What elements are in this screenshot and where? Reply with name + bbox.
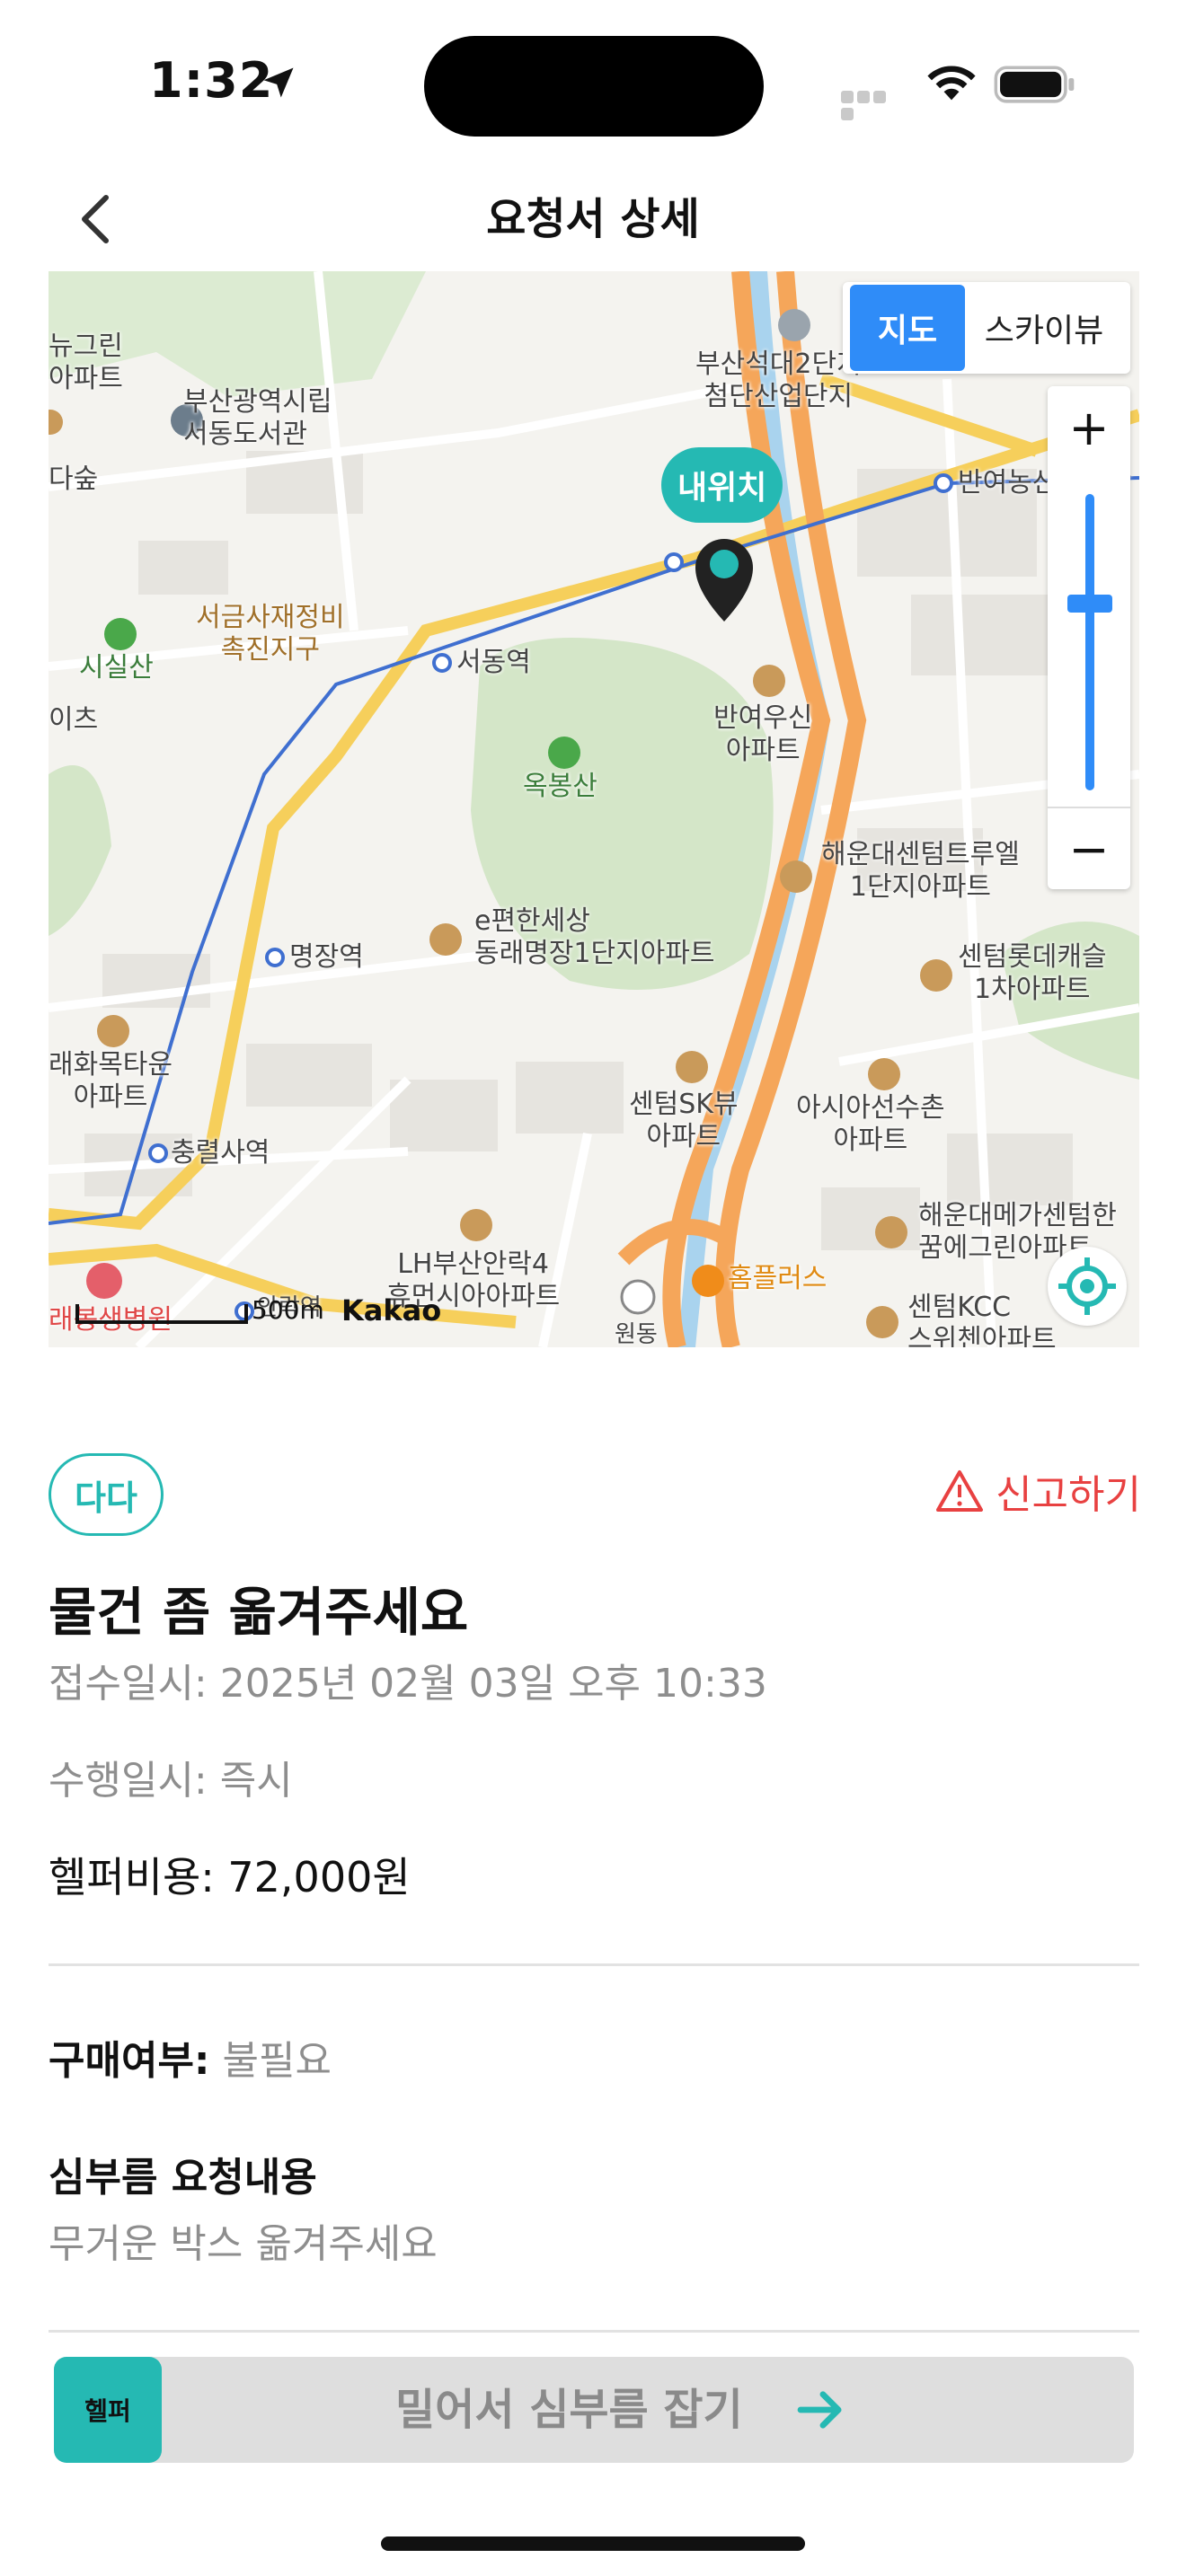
zoom-slider-track[interactable] [1085,494,1094,790]
my-location-bubble: 내위치 [661,447,783,523]
zoom-in-button[interactable]: + [1048,386,1130,469]
navigation-bar: 요청서 상세 [0,171,1186,269]
requester-badge: 다다 [49,1453,164,1536]
map-label-haeundae-apt: 해운대센텀트루엘 1단지아파트 [821,839,1020,903]
arrow-right-icon [797,2391,842,2429]
helper-fee: 헬퍼비용: 72,000원 [49,1853,411,1901]
slide-label: 밀어서 심부름 잡기 [395,2385,743,2435]
map-mode-button[interactable]: 지도 [850,285,965,371]
map-view[interactable]: 부산광역시립 서동도서관 서금사재정비 촉진지구 서동역 옥봉산 명장역 e편한… [49,271,1139,1347]
map-label-myeongjang-station: 명장역 [289,941,364,973]
battery-icon [994,66,1075,103]
map-label-raehwa-apt: 래화목타운 아파트 [49,1049,173,1113]
map-label-eis: 이츠 [49,704,99,736]
errand-content-value: 무거운 박스 옮겨주세요 [49,2221,438,2267]
errand-content-label: 심부름 요청내용 [49,2155,317,2201]
map-label-okbongsan: 옥봉산 [523,771,597,802]
slider-handle[interactable]: 헬퍼 [54,2357,162,2463]
zoom-slider-handle[interactable] [1067,595,1112,613]
map-label-sk-apt: 센텀SK뷰 아파트 [629,1089,739,1152]
map-label-asia-apt: 아시아선수촌 아파트 [796,1092,945,1156]
slide-to-accept-button[interactable]: 헬퍼 밀어서 심부름 잡기 [54,2357,1134,2463]
cellular-signal-icon [841,90,902,120]
purchase-label: 구매여부: [49,2038,210,2084]
current-location-icon[interactable] [1048,1247,1127,1326]
map-label-kcc-apt: 센텀KCC 스위첸아파트 [907,1292,1057,1347]
map-label-e-apt: e편한세상 동래명장1단지아파트 [474,905,715,969]
purchase-value: 불필요 [209,2038,332,2084]
warning-icon [936,1470,984,1512]
map-label-sisilsan: 시실산 [79,652,154,684]
map-label-hightech: 부산석대2단지 첨단산업단지 [695,348,862,412]
received-datetime: 접수일시: 2025년 02월 03일 오후 10:33 [49,1661,767,1707]
divider [49,2330,1139,2333]
wifi-icon [927,66,976,101]
divider [49,1963,1139,1966]
map-label-library: 부산광역시립 서동도서관 [183,386,332,450]
map-type-toggle: 지도 스카이뷰 [843,282,1130,374]
request-title: 물건 좀 옮겨주세요 [49,1582,469,1643]
report-button[interactable]: 신고하기 [934,1455,1141,1527]
zoom-out-button[interactable]: − [1048,807,1130,889]
map-label-chungryeolsa-station: 충렬사역 [171,1137,270,1169]
status-bar: 1:32 [0,0,1186,171]
map-label-won-dong: 원동 [615,1321,658,1347]
page-title: 요청서 상세 [486,194,700,244]
purchase-status: 구매여부: 불필요 [49,2028,332,2086]
perform-datetime: 수행일시: 즉시 [49,1758,293,1804]
status-time: 1:32 [149,52,274,109]
dynamic-island [424,36,764,137]
map-scale-bar [75,1304,248,1324]
map-label-homeplus: 홈플러스 [728,1263,828,1294]
map-label-forest: 다숲 [49,463,99,495]
skyview-mode-button[interactable]: 스카이뷰 [965,304,1123,351]
map-label-green-apt: 뉴그린 아파트 [49,331,123,394]
map-label-banyeo-apt: 반여우신 아파트 [713,702,813,766]
map-scale-label: 500m [252,1295,324,1325]
location-arrow-icon [263,67,294,98]
home-indicator [381,2536,805,2551]
map-label-lotte-apt: 센텀롯데캐슬 1차아파트 [958,941,1107,1005]
map-label-reform: 서금사재정비 촉진지구 [196,602,345,666]
report-label: 신고하기 [996,1472,1141,1518]
map-attribution: Kakao [341,1293,442,1328]
helper-logo: 헬퍼 [84,2396,131,2426]
zoom-control: + − [1048,386,1130,889]
map-label-seodong-station: 서동역 [456,647,531,678]
